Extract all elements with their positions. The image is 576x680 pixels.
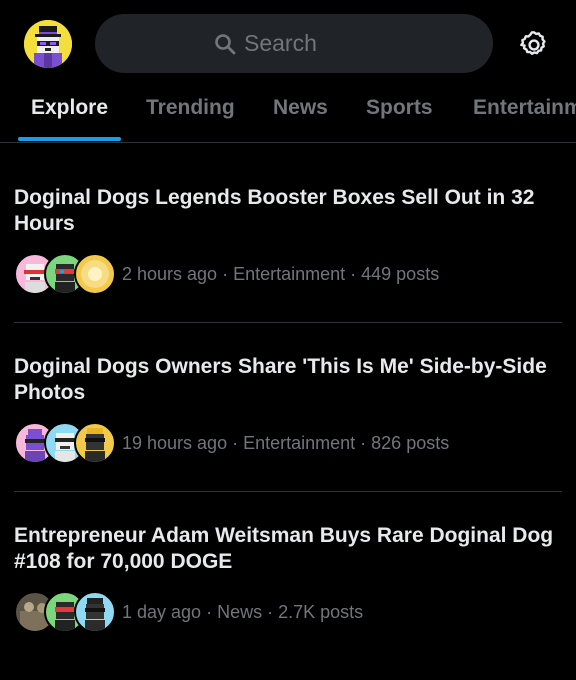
explore-tabs: Explore Trending News Sports Entertainme… xyxy=(0,90,576,143)
search-bar[interactable] xyxy=(95,14,493,73)
explore-screen: Explore Trending News Sports Entertainme… xyxy=(0,0,576,680)
avatar-stack xyxy=(14,253,116,295)
gear-icon xyxy=(520,31,546,55)
trend-title: Entrepreneur Adam Weitsman Buys Rare Dog… xyxy=(14,524,554,573)
profile-avatar[interactable] xyxy=(24,20,72,68)
search-icon xyxy=(214,33,236,55)
pixel-dog-avatar-icon xyxy=(24,20,72,68)
settings-button[interactable] xyxy=(516,27,552,63)
trend-title: Doginal Dogs Owners Share 'This Is Me' S… xyxy=(14,355,547,404)
avatar xyxy=(74,591,116,633)
tab-entertainment[interactable]: Entertainment xyxy=(473,96,576,120)
avatar-stack xyxy=(14,591,116,633)
trend-info: 1 day ago · News · 2.7K posts xyxy=(122,601,364,622)
active-tab-indicator xyxy=(18,137,121,141)
avatar xyxy=(74,422,116,464)
trend-item[interactable]: Doginal Dogs Legends Booster Boxes Sell … xyxy=(0,185,576,300)
trend-meta: 1 day ago · News · 2.7K posts xyxy=(14,591,363,633)
avatar-stack xyxy=(14,422,116,464)
trend-title: Doginal Dogs Legends Booster Boxes Sell … xyxy=(14,186,535,235)
divider xyxy=(14,491,562,492)
tab-explore[interactable]: Explore xyxy=(31,96,108,120)
trend-info: 19 hours ago · Entertainment · 826 posts xyxy=(122,432,450,453)
trend-item[interactable]: Doginal Dogs Owners Share 'This Is Me' S… xyxy=(0,354,576,469)
tab-news[interactable]: News xyxy=(273,96,328,120)
trend-meta: 19 hours ago · Entertainment · 826 posts xyxy=(14,422,449,464)
trend-info: 2 hours ago · Entertainment · 449 posts xyxy=(122,263,440,284)
tab-trending[interactable]: Trending xyxy=(146,96,235,120)
trend-item[interactable]: Entrepreneur Adam Weitsman Buys Rare Dog… xyxy=(0,523,576,638)
tab-sports[interactable]: Sports xyxy=(366,96,433,120)
divider xyxy=(14,322,562,323)
search-input[interactable] xyxy=(244,30,374,57)
trend-meta: 2 hours ago · Entertainment · 449 posts xyxy=(14,253,439,295)
top-bar xyxy=(0,0,576,90)
avatar xyxy=(74,253,116,295)
